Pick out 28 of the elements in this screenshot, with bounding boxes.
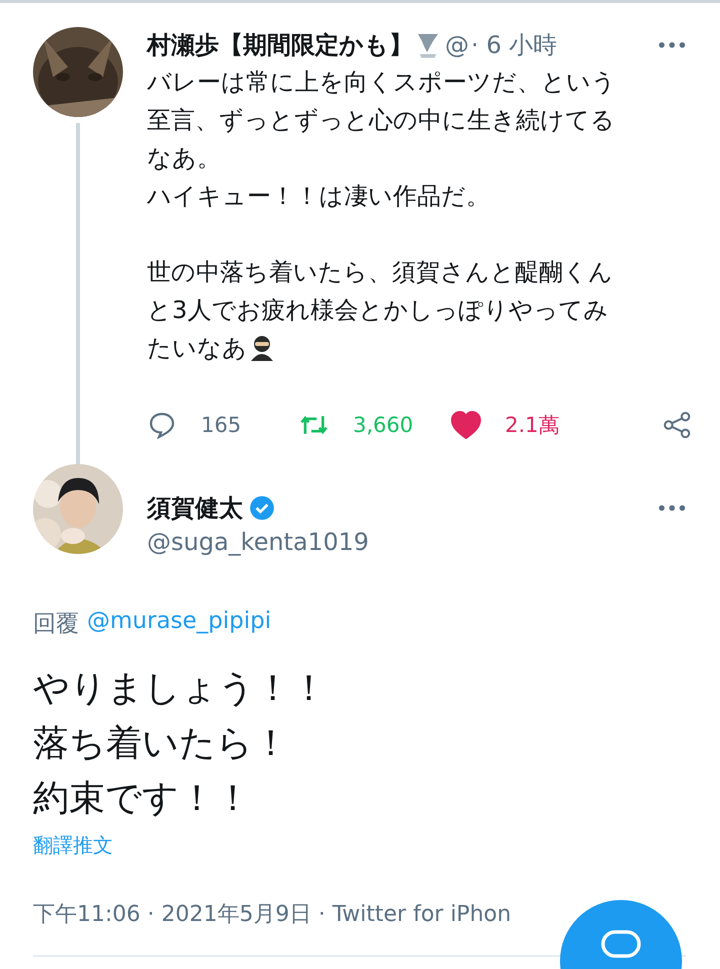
tweet-time[interactable]: · 6 小時 <box>471 29 558 61</box>
more-icon[interactable] <box>658 41 686 49</box>
more-icon[interactable] <box>658 504 686 512</box>
author-handle[interactable]: @ <box>445 31 469 59</box>
tweet-text: 落ち着いたら！ <box>33 723 289 764</box>
translate-link[interactable]: 翻譯推文 <box>33 832 113 859</box>
ninja-icon <box>249 335 275 361</box>
heart-icon[interactable] <box>451 411 481 439</box>
tweet-text: やりましょう！！ <box>33 668 327 709</box>
mention-link[interactable]: @murase_pipipi <box>87 608 272 639</box>
reply-count: 165 <box>201 413 242 437</box>
tweet-text: バレーは常に上を向くスポーツだ、という <box>147 67 616 98</box>
tweet-text: 至言、ずっとずっと心の中に生き続けてる <box>147 105 615 136</box>
share-icon[interactable] <box>662 411 692 439</box>
author-handle[interactable]: @suga_kenta1019 <box>147 528 369 556</box>
retweet-count: 3,660 <box>353 413 414 437</box>
tweet-text: と3人でお疲れ様会とかしっぽりやってみ <box>147 295 608 326</box>
reply-label: 回覆 <box>33 610 79 639</box>
author-name[interactable]: 須賀健太 <box>147 492 243 524</box>
tweet-text: ハイキュー！！は凄い作品だ。 <box>147 181 490 212</box>
tweet-text: たいなあ <box>147 333 247 364</box>
tweet-text: 世の中落ち着いたら、須賀さんと醍醐くん <box>147 257 613 288</box>
tweet-text: なあ。 <box>147 143 221 174</box>
like-count: 2.1萬 <box>505 412 560 439</box>
tornado-icon <box>417 32 439 58</box>
author-name[interactable]: 村瀬歩【期間限定かも】 <box>147 29 413 61</box>
tweet-meta: 下午11:06 · 2021年5月9日 · Twitter for iPhon <box>33 902 512 927</box>
tweet-text: 約束です！！ <box>33 778 251 819</box>
